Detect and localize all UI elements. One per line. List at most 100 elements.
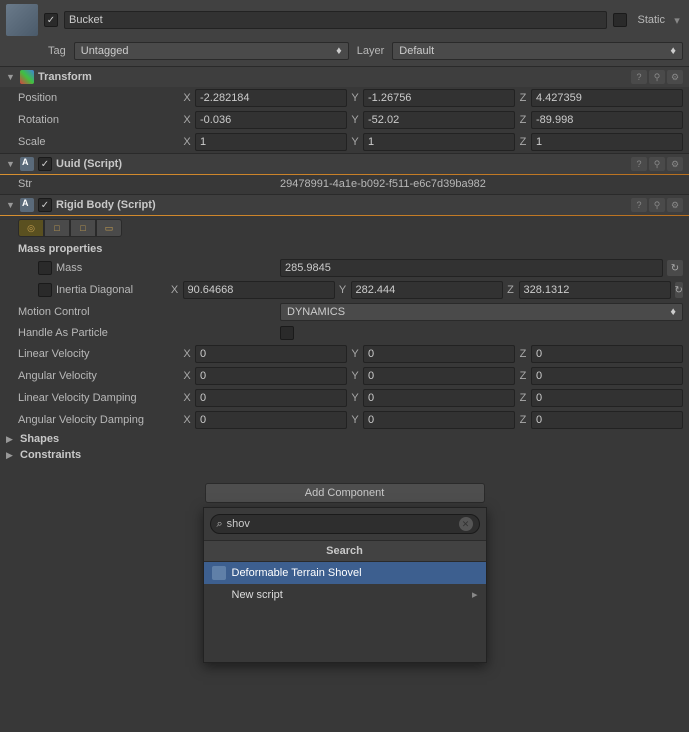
rigidbody-title: Rigid Body (Script) xyxy=(56,199,627,211)
static-label: Static xyxy=(637,14,665,26)
foldout-icon[interactable]: ▶ xyxy=(6,434,16,445)
position-label: Position xyxy=(18,92,177,104)
scale-x-input[interactable] xyxy=(195,133,347,151)
angvel-z-input[interactable] xyxy=(531,367,683,385)
clear-search-icon[interactable]: ✕ xyxy=(459,517,473,531)
menu-icon[interactable]: ⚙ xyxy=(667,157,683,171)
linvel-x-input[interactable] xyxy=(195,345,347,363)
rotation-y-input[interactable] xyxy=(363,111,515,129)
linvel-y-input[interactable] xyxy=(363,345,515,363)
y-label: Y xyxy=(349,92,361,104)
help-icon[interactable]: ? xyxy=(631,157,647,171)
static-dropdown-icon[interactable]: ▾ xyxy=(671,14,683,27)
angular-damping-label: Angular Velocity Damping xyxy=(18,414,177,426)
tag-label: Tag xyxy=(48,45,66,57)
tool-btn-1[interactable]: ◎ xyxy=(18,219,44,237)
chevron-right-icon: ▸ xyxy=(472,588,478,601)
mass-checkbox[interactable] xyxy=(38,261,52,275)
angdamp-z-input[interactable] xyxy=(531,411,683,429)
tool-btn-2[interactable]: □ xyxy=(44,219,70,237)
angular-velocity-label: Angular Velocity xyxy=(18,370,177,382)
position-y-input[interactable] xyxy=(363,89,515,107)
add-component-label: Add Component xyxy=(305,487,385,499)
scale-z-input[interactable] xyxy=(531,133,683,151)
reset-icon[interactable]: ↻ xyxy=(675,282,684,298)
gameobject-name-input[interactable] xyxy=(64,11,607,29)
script-icon xyxy=(20,157,34,171)
add-component-button[interactable]: Add Component xyxy=(205,483,485,503)
position-x-input[interactable] xyxy=(195,89,347,107)
inertia-checkbox[interactable] xyxy=(38,283,52,297)
str-value: 29478991-4a1e-b092-f511-e6c7d39ba982 xyxy=(280,178,486,190)
mass-label: Mass xyxy=(56,262,82,274)
inertia-label: Inertia Diagonal xyxy=(56,284,133,296)
lindamp-y-input[interactable] xyxy=(363,389,515,407)
mass-properties-label: Mass properties xyxy=(0,241,689,257)
rigidbody-toolbar: ◎ □ □ ▭ xyxy=(0,215,689,241)
help-icon[interactable]: ? xyxy=(631,198,647,212)
foldout-icon[interactable]: ▶ xyxy=(6,450,16,461)
add-component-popup: ⌕ ✕ Search Deformable Terrain Shovel New… xyxy=(203,507,487,663)
foldout-icon[interactable]: ▼ xyxy=(6,200,16,210)
tool-btn-4[interactable]: ▭ xyxy=(96,219,122,237)
foldout-icon[interactable]: ▼ xyxy=(6,159,16,169)
scale-label: Scale xyxy=(18,136,177,148)
help-icon[interactable]: ? xyxy=(631,70,647,84)
lindamp-z-input[interactable] xyxy=(531,389,683,407)
angvel-x-input[interactable] xyxy=(195,367,347,385)
layer-value: Default xyxy=(399,45,434,57)
angdamp-x-input[interactable] xyxy=(195,411,347,429)
angdamp-y-input[interactable] xyxy=(363,411,515,429)
constraints-label[interactable]: Constraints xyxy=(20,449,683,461)
tool-btn-3[interactable]: □ xyxy=(70,219,96,237)
position-z-input[interactable] xyxy=(531,89,683,107)
static-checkbox[interactable] xyxy=(613,13,627,27)
motion-control-dropdown[interactable]: DYNAMICS♦ xyxy=(280,303,683,321)
search-result-item[interactable]: New script ▸ xyxy=(204,584,486,605)
preset-icon[interactable]: ⚲ xyxy=(649,70,665,84)
layer-dropdown[interactable]: Default♦ xyxy=(392,42,683,60)
scale-y-input[interactable] xyxy=(363,133,515,151)
component-search-input[interactable] xyxy=(227,518,455,530)
uuid-enable-checkbox[interactable] xyxy=(38,157,52,171)
handle-particle-label: Handle As Particle xyxy=(18,327,276,339)
linvel-z-input[interactable] xyxy=(531,345,683,363)
result-label: Deformable Terrain Shovel xyxy=(232,567,362,579)
rigidbody-enable-checkbox[interactable] xyxy=(38,198,52,212)
script-icon xyxy=(20,198,34,212)
uuid-title: Uuid (Script) xyxy=(56,158,627,170)
inertia-y-input[interactable] xyxy=(351,281,503,299)
preset-icon[interactable]: ⚲ xyxy=(649,157,665,171)
search-result-item[interactable]: Deformable Terrain Shovel xyxy=(204,562,486,584)
str-label: Str xyxy=(18,178,276,190)
shapes-label[interactable]: Shapes xyxy=(20,433,683,445)
rotation-label: Rotation xyxy=(18,114,177,126)
component-icon xyxy=(212,566,226,580)
inertia-z-input[interactable] xyxy=(519,281,671,299)
transform-title: Transform xyxy=(38,71,627,83)
linear-velocity-label: Linear Velocity xyxy=(18,348,177,360)
z-label: Z xyxy=(517,92,529,104)
rotation-x-input[interactable] xyxy=(195,111,347,129)
linear-damping-label: Linear Velocity Damping xyxy=(18,392,177,404)
gameobject-icon[interactable] xyxy=(6,4,38,36)
foldout-icon[interactable]: ▼ xyxy=(6,72,16,82)
motion-control-label: Motion Control xyxy=(18,306,276,318)
menu-icon[interactable]: ⚙ xyxy=(667,70,683,84)
preset-icon[interactable]: ⚲ xyxy=(649,198,665,212)
search-icon: ⌕ xyxy=(217,518,223,531)
motion-control-value: DYNAMICS xyxy=(287,306,345,318)
lindamp-x-input[interactable] xyxy=(195,389,347,407)
inertia-x-input[interactable] xyxy=(183,281,335,299)
x-label: X xyxy=(181,92,193,104)
mass-input[interactable] xyxy=(280,259,663,277)
reset-icon[interactable]: ↻ xyxy=(667,260,683,276)
handle-particle-checkbox[interactable] xyxy=(280,326,294,340)
rotation-z-input[interactable] xyxy=(531,111,683,129)
active-checkbox[interactable] xyxy=(44,13,58,27)
layer-label: Layer xyxy=(357,45,385,57)
tag-dropdown[interactable]: Untagged♦ xyxy=(74,42,349,60)
search-header: Search xyxy=(204,540,486,562)
angvel-y-input[interactable] xyxy=(363,367,515,385)
menu-icon[interactable]: ⚙ xyxy=(667,198,683,212)
